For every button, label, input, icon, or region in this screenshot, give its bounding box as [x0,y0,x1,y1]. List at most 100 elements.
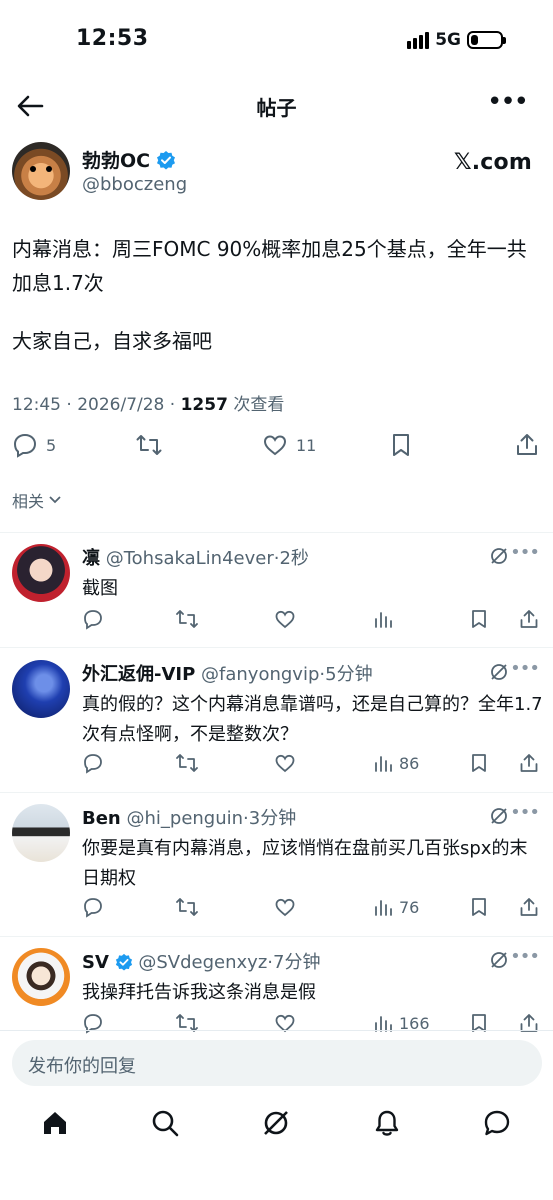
x-logo: 𝕏.com [453,150,532,175]
share-icon [520,898,538,916]
reply-author-handle[interactable]: @SVdegenxyz [138,952,267,973]
reply-header: 外汇返佣-VIP @fanyongvip·5分钟 [82,660,373,686]
share-button[interactable] [518,752,540,774]
repost-button[interactable] [176,896,198,918]
grok-icon[interactable] [489,950,509,970]
verified-badge-icon [115,953,132,971]
reply-author-name[interactable]: 外汇返佣-VIP [82,664,195,685]
bell-icon[interactable] [372,1108,402,1138]
post-header: 帖子 ••• [0,80,553,132]
bookmark-button[interactable] [388,432,414,458]
verified-badge-icon [157,150,176,169]
reply-text: 我操拜托告诉我这条消息是假 [82,982,316,1003]
post-author: 勃勃OC @bboczeng 𝕏.com [12,140,542,202]
views-button[interactable] [372,608,399,630]
bottom-nav [0,1098,553,1158]
chevron-down-icon [49,496,61,504]
signal-icon [407,31,430,49]
share-icon [520,754,538,772]
share-icon [520,610,538,628]
bar-chart-icon [375,756,392,772]
reply-text: 你要是真有内幕消息，应该悄悄在盘前买几百张spx的末日期权 [82,838,528,889]
network-type: 5G [435,30,461,50]
reply-button[interactable] [82,608,104,630]
avatar[interactable] [12,142,70,200]
battery-level [471,35,478,45]
grok-icon[interactable] [261,1108,291,1138]
post-timestamp: 12:45 · 2026/7/28 · [12,395,181,415]
avatar[interactable] [12,660,70,718]
reply-author-name[interactable]: Ben [82,808,121,829]
heart-icon [275,898,295,917]
message-icon[interactable] [482,1108,512,1138]
reply-header: 凛 @TohsakaLin4ever·2秒 [82,544,309,570]
views-button[interactable]: 86 [372,752,419,774]
post-text-line: 内幕消息：周三FOMC 90%概率加息25个基点，全年一共加息1.7次 [12,237,527,295]
reply-author-handle[interactable]: @hi_penguin [126,808,243,829]
avatar[interactable] [12,544,70,602]
bookmark-button[interactable] [468,608,490,630]
repost-icon [136,435,162,455]
reply-author-name[interactable]: SV [82,952,109,973]
reply-author-name[interactable]: 凛 [82,548,100,569]
reply-author-handle[interactable]: @TohsakaLin4ever [106,548,274,569]
more-options-icon[interactable]: ••• [510,946,540,967]
like-button[interactable]: 11 [262,432,316,458]
reply-button[interactable] [82,752,104,774]
reply-icon [84,898,102,918]
repost-icon [176,610,198,628]
share-button[interactable] [518,608,540,630]
like-button[interactable] [274,896,296,918]
reply-actions: 86 [82,752,542,776]
reply-button[interactable] [82,896,104,918]
home-icon[interactable] [40,1108,70,1138]
reply-author-handle[interactable]: @fanyongvip [201,664,319,685]
repost-button[interactable] [176,608,198,630]
author-handle[interactable]: @bboczeng [82,174,187,195]
reply-icon [84,610,102,630]
bookmark-button[interactable] [468,752,490,774]
reply-actions: 76 [82,896,542,920]
reply-icon [84,754,102,774]
grok-icon[interactable] [489,546,509,566]
bar-chart-icon [375,612,392,628]
avatar[interactable] [12,948,70,1006]
reply-text: 真的假的？这个内幕消息靠谱吗，还是自己算的？全年1.7次有点怪啊，不是整数次？ [82,694,543,745]
like-button[interactable] [274,608,296,630]
page-title: 帖子 [256,96,297,120]
views-count: 76 [399,897,420,917]
avatar[interactable] [12,804,70,862]
reply-time: ·5分钟 [319,664,373,685]
bookmark-icon [472,898,486,916]
reply-count: 5 [46,435,57,455]
reply-input[interactable]: 发布你的回复 [12,1040,542,1086]
reply-time: ·3分钟 [243,808,297,829]
reply-button[interactable]: 5 [12,432,56,458]
share-button[interactable] [518,896,540,918]
views-count: 86 [399,753,420,773]
more-options-icon[interactable]: ••• [510,542,540,563]
like-button[interactable] [274,752,296,774]
post-actions: 5 11 [12,432,542,466]
divider [0,532,553,533]
reply-time: ·7分钟 [267,952,321,973]
author-name[interactable]: 勃勃OC [82,146,176,173]
repost-button[interactable] [176,752,198,774]
share-button[interactable] [514,432,540,458]
bookmark-icon [393,434,409,456]
author-name-text: 勃勃OC [82,150,151,172]
like-count: 11 [296,435,317,455]
grok-icon[interactable] [489,806,509,826]
related-dropdown[interactable]: 相关 [12,488,62,512]
more-options-icon[interactable]: ••• [487,89,529,115]
views-button[interactable]: 76 [372,896,419,918]
grok-icon[interactable] [489,662,509,682]
search-icon[interactable] [150,1108,180,1138]
more-options-icon[interactable]: ••• [510,802,540,823]
repost-button[interactable] [136,432,162,458]
reply-input-placeholder: 发布你的回复 [28,1056,136,1077]
more-options-icon[interactable]: ••• [510,658,540,679]
heart-icon [263,435,287,456]
repost-icon [176,898,198,916]
bookmark-button[interactable] [468,896,490,918]
